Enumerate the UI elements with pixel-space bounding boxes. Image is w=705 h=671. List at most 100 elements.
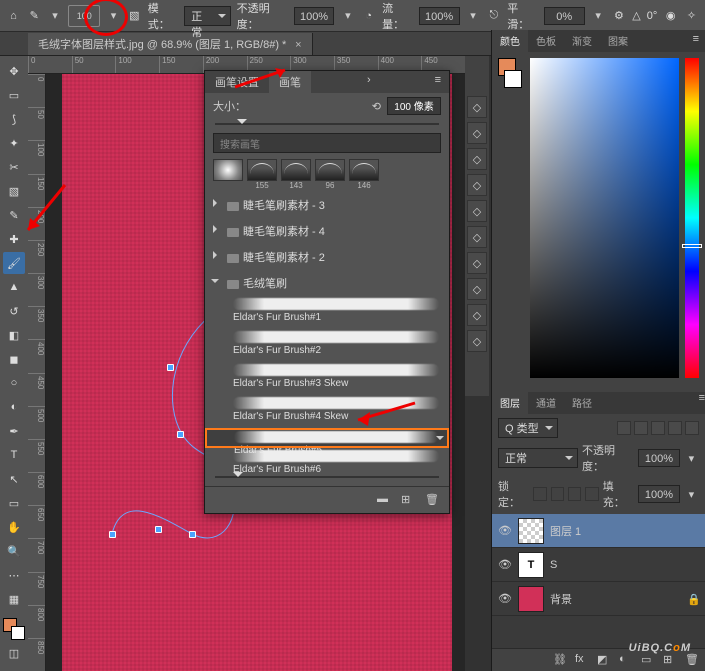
crop-tool[interactable]: ✂ — [3, 156, 25, 178]
layer-thumb[interactable] — [518, 518, 544, 544]
eraser-tool[interactable]: ◧ — [3, 324, 25, 346]
layer-opacity-value[interactable]: 100% — [638, 449, 680, 467]
hue-slider[interactable] — [685, 58, 699, 378]
type-tool[interactable]: T — [3, 444, 25, 466]
layer-name[interactable]: S — [550, 559, 557, 571]
brush-settings-toggle-icon[interactable]: ▧ — [127, 8, 142, 24]
dodge-tool[interactable]: ◐ — [3, 396, 25, 418]
blend-mode-select[interactable]: 正常 — [184, 6, 230, 26]
delete-brush-icon[interactable]: 🗑 — [425, 493, 439, 507]
layer-name[interactable]: 图层 1 — [550, 523, 581, 539]
flip-brush-icon[interactable]: ⟲ — [372, 100, 381, 113]
shape-tool[interactable]: ▭ — [3, 492, 25, 514]
angle-value[interactable]: 0° — [647, 10, 658, 22]
hand-tool[interactable]: ✋ — [3, 516, 25, 538]
lock-all-icon[interactable] — [585, 487, 598, 501]
lock-position-icon[interactable] — [551, 487, 564, 501]
home-icon[interactable]: ⌂ — [6, 8, 21, 24]
layer-name[interactable]: 背景 — [550, 591, 572, 607]
brush-folder[interactable]: 睫毛笔刷素材 - 2 — [205, 244, 449, 270]
ruler-vertical[interactable]: 0501001502002503003504004505005506006507… — [28, 74, 46, 671]
flow-value[interactable]: 100% — [419, 7, 460, 25]
flow-dropdown[interactable]: ▾ — [466, 8, 481, 24]
zoom-tool[interactable]: 🔍 — [3, 540, 25, 562]
layer-mask-icon[interactable]: ◩ — [597, 653, 611, 667]
tab-color[interactable]: 颜色 — [492, 30, 528, 52]
layer-filter-select[interactable]: Q 类型 — [498, 418, 558, 438]
brush-settings-icon[interactable]: ◇ — [467, 96, 487, 118]
brush-tool[interactable]: 🖌 — [3, 252, 25, 274]
anchor-point[interactable] — [155, 526, 162, 533]
character-icon[interactable]: ◇ — [467, 148, 487, 170]
brush-size-slider[interactable] — [215, 119, 439, 129]
gradient-tool[interactable]: ◼ — [3, 348, 25, 370]
healing-tool[interactable]: ✚ — [3, 228, 25, 250]
brush-list[interactable]: 睫毛笔刷素材 - 3睫毛笔刷素材 - 4睫毛笔刷素材 - 2毛绒笔刷Eldar'… — [205, 192, 449, 472]
brush-preset[interactable]: Eldar's Fur Brush#3 Skew — [205, 362, 449, 395]
stamp-tool[interactable]: ▲ — [3, 276, 25, 298]
recent-brush[interactable]: 96 — [315, 159, 345, 190]
brush-preview-slider[interactable] — [215, 472, 439, 482]
anchor-point[interactable] — [167, 364, 174, 371]
anchor-point[interactable] — [109, 531, 116, 538]
brush-size-dropdown[interactable]: ▾ — [106, 8, 121, 24]
more-tool[interactable]: ⋯ — [3, 564, 25, 586]
magic-wand-tool[interactable]: ✦ — [3, 132, 25, 154]
airbrush-icon[interactable]: ⎋ — [486, 8, 501, 24]
tab-swatches[interactable]: 色板 — [528, 30, 564, 52]
brush-preset-icon[interactable]: ◇ — [467, 122, 487, 144]
tab-channels[interactable]: 通道 — [528, 392, 564, 414]
document-tab[interactable]: 毛绒字体图层样式.jpg @ 68.9% (图层 1, RGB/8#) * × — [28, 33, 313, 55]
brush-preset[interactable]: Eldar's Fur Brush#4 Skew — [205, 395, 449, 428]
marquee-tool[interactable]: ▭ — [3, 84, 25, 106]
blur-tool[interactable]: ○ — [3, 372, 25, 394]
smooth-value[interactable]: 0% — [544, 7, 585, 25]
brush-search-input[interactable]: 搜索画笔 — [213, 133, 441, 153]
filter-adjust-icon[interactable] — [634, 421, 648, 435]
color-field[interactable] — [530, 58, 679, 378]
tab-layers[interactable]: 图层 — [492, 392, 528, 414]
smooth-settings-icon[interactable]: ⚙ — [611, 8, 626, 24]
quickmask-icon[interactable]: ◫ — [3, 642, 25, 664]
tab-brushes[interactable]: 画笔 — [269, 71, 311, 93]
color-swatches[interactable] — [3, 618, 25, 640]
clone-source-icon[interactable]: ◇ — [467, 278, 487, 300]
visibility-icon[interactable]: 👁 — [498, 524, 512, 538]
color-icon[interactable]: ◇ — [467, 304, 487, 326]
smooth-dropdown[interactable]: ▾ — [591, 8, 606, 24]
history-brush-tool[interactable]: ↺ — [3, 300, 25, 322]
recent-brush[interactable]: 143 — [281, 159, 311, 190]
recent-brush[interactable]: 146 — [349, 159, 379, 190]
filter-pixel-icon[interactable] — [617, 421, 631, 435]
background-color-swatch[interactable] — [504, 70, 522, 88]
tab-brush-settings[interactable]: 画笔设置 — [205, 71, 269, 93]
layer-row[interactable]: 👁 图层 1 — [492, 514, 705, 548]
new-brush-group-icon[interactable]: ▬ — [377, 493, 391, 507]
bg-swatch[interactable] — [11, 626, 25, 640]
glyphs-icon[interactable]: ◇ — [467, 200, 487, 222]
anchor-point[interactable] — [177, 431, 184, 438]
lock-artboard-icon[interactable] — [568, 487, 581, 501]
properties-icon[interactable]: ◇ — [467, 226, 487, 248]
filter-type-icon[interactable] — [651, 421, 665, 435]
fill-dropdown[interactable]: ▾ — [684, 486, 699, 502]
fill-value[interactable]: 100% — [638, 485, 680, 503]
opacity-value[interactable]: 100% — [294, 7, 335, 25]
brush-panel-collapse-icon[interactable]: › — [359, 71, 379, 93]
filter-smart-icon[interactable] — [685, 421, 699, 435]
brush-folder[interactable]: 睫毛笔刷素材 - 3 — [205, 192, 449, 218]
recent-brush[interactable] — [213, 159, 243, 190]
close-tab-icon[interactable]: × — [295, 39, 301, 51]
brush-size-input[interactable]: 100 像素 — [387, 97, 441, 115]
color-panel-menu-icon[interactable]: ≡ — [687, 30, 705, 52]
layer-blend-select[interactable]: 正常 — [498, 448, 578, 468]
filter-shape-icon[interactable] — [668, 421, 682, 435]
visibility-icon[interactable]: 👁 — [498, 558, 512, 572]
notes-icon[interactable]: ◇ — [467, 252, 487, 274]
frame-tool[interactable]: ▧ — [3, 180, 25, 202]
pen-tool[interactable]: ✒ — [3, 420, 25, 442]
visibility-icon[interactable]: 👁 — [498, 592, 512, 606]
lasso-tool[interactable]: ⟆ — [3, 108, 25, 130]
tool-preset-dropdown[interactable]: ▾ — [48, 8, 63, 24]
tab-patterns[interactable]: 图案 — [600, 30, 636, 52]
